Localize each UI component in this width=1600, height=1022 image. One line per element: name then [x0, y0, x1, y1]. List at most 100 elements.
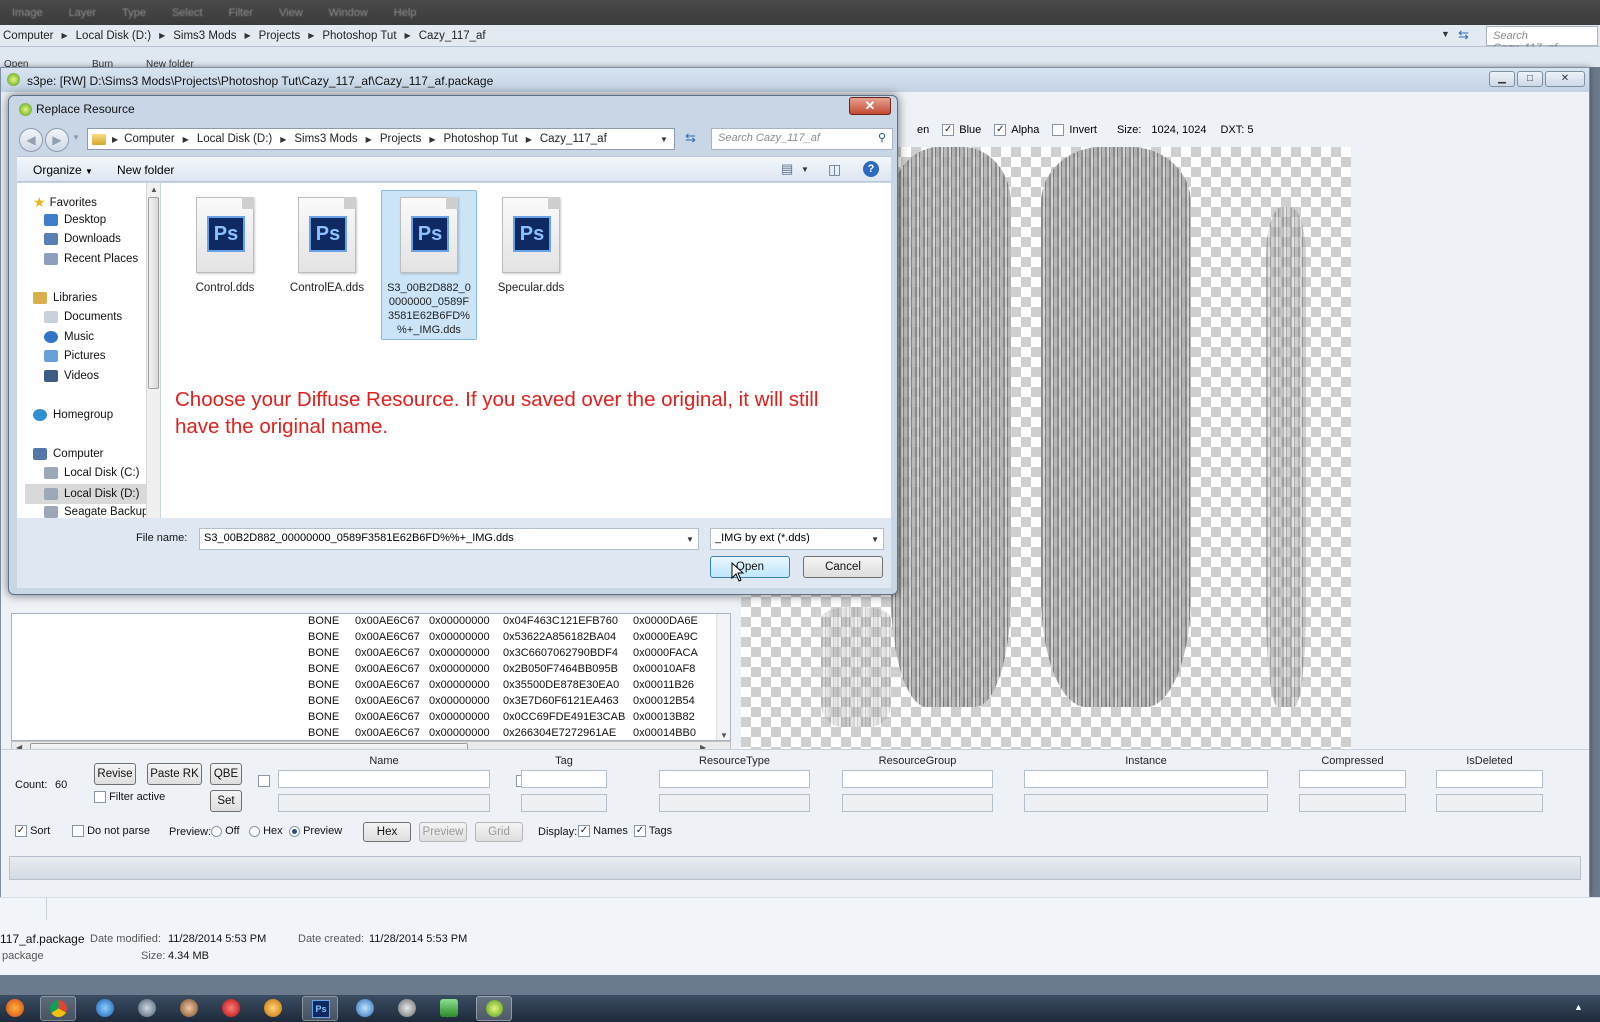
- set-button[interactable]: Set: [210, 790, 242, 812]
- organize-button[interactable]: Organize ▼: [33, 163, 93, 177]
- list-vertical-scrollbar[interactable]: ▼: [716, 614, 730, 740]
- group-filter-input[interactable]: [842, 770, 993, 788]
- file-type-select[interactable]: _IMG by ext (*.dds) ▼: [710, 528, 884, 550]
- table-row[interactable]: BONE 0x00AE6C67 0x00000000 0x2B050F7464BB09…: [308, 661, 703, 677]
- breadcrumb-computer[interactable]: Computer: [3, 30, 54, 42]
- isdeleted-filter-value[interactable]: [1436, 794, 1543, 812]
- instance-filter-input[interactable]: [1024, 770, 1268, 788]
- maximize-button[interactable]: □: [1517, 71, 1543, 87]
- dlg-crumb-local-d[interactable]: Local Disk (D:): [197, 133, 272, 145]
- menu-image[interactable]: Image: [12, 7, 43, 19]
- table-row[interactable]: BONE 0x00AE6C67 0x00000000 0x04F463C121EFB7…: [308, 613, 703, 629]
- compressed-filter-input[interactable]: [1299, 770, 1406, 788]
- revise-button[interactable]: Revise: [94, 763, 136, 785]
- alpha-checkbox[interactable]: ✓: [994, 124, 1007, 136]
- explorer-icon[interactable]: [356, 999, 374, 1017]
- dialog-breadcrumb[interactable]: ▶ Computer ▶ Local Disk (D:) ▶ Sims3 Mods ▶…: [87, 128, 675, 150]
- address-dropdown-icon[interactable]: ▼: [1441, 29, 1450, 39]
- breadcrumb-local-d[interactable]: Local Disk (D:): [76, 30, 151, 42]
- compressed-filter-value[interactable]: [1299, 794, 1406, 812]
- nav-desktop[interactable]: Desktop: [44, 214, 106, 226]
- sort-checkbox[interactable]: ✓: [15, 825, 27, 838]
- table-row[interactable]: BONE 0x00AE6C67 0x00000000 0x0CC69FDE491E3C…: [308, 709, 703, 725]
- instance-filter-value[interactable]: [1024, 794, 1268, 812]
- filter-active-checkbox[interactable]: [94, 791, 106, 804]
- tray-arrow-icon[interactable]: ▲: [1574, 1002, 1583, 1012]
- do-not-parse-checkbox[interactable]: [72, 825, 84, 838]
- nav-homegroup[interactable]: Homegroup: [33, 409, 113, 421]
- explorer-search-input[interactable]: Search Cazy_117_af: [1486, 26, 1598, 54]
- file-item-selected[interactable]: Ps S3_00B2D882_00000000_0589F3581E62B6FD…: [381, 190, 477, 340]
- recent-dropdown-icon[interactable]: ▼: [72, 133, 80, 142]
- menu-filter[interactable]: Filter: [229, 7, 253, 19]
- nav-computer[interactable]: Computer: [33, 448, 104, 460]
- tag-filter-input[interactable]: [521, 770, 607, 788]
- nav-seagate[interactable]: Seagate Backup P: [44, 506, 159, 518]
- name-filter-value[interactable]: [278, 794, 490, 812]
- menu-view[interactable]: View: [279, 7, 303, 19]
- nav-favorites[interactable]: ★ Favorites: [33, 194, 97, 211]
- preview-pane-icon[interactable]: ◫: [828, 161, 841, 178]
- nav-videos[interactable]: Videos: [44, 370, 99, 382]
- taskbar-chrome[interactable]: [40, 996, 76, 1021]
- table-row[interactable]: BONE 0x00AE6C67 0x00000000 0x3E7D60F6121EA4…: [308, 693, 703, 709]
- nav-recent-places[interactable]: Recent Places: [44, 253, 138, 265]
- nav-downloads[interactable]: Downloads: [44, 233, 121, 245]
- globe-icon[interactable]: [96, 999, 114, 1017]
- minimize-button[interactable]: ▁: [1489, 71, 1515, 87]
- breadcrumb-projects[interactable]: Projects: [259, 30, 301, 42]
- preview-button[interactable]: Preview: [419, 822, 467, 842]
- hex-button[interactable]: Hex: [363, 822, 411, 842]
- table-row[interactable]: BONE 0x00AE6C67 0x00000000 0x266304E7272961…: [308, 725, 703, 741]
- new-folder-button[interactable]: New folder: [117, 163, 174, 177]
- name-filter-checkbox[interactable]: [258, 774, 270, 787]
- dlg-crumb-sims3mods[interactable]: Sims3 Mods: [294, 133, 357, 145]
- forward-icon[interactable]: ▶: [45, 128, 69, 152]
- back-icon[interactable]: ◀: [19, 128, 43, 152]
- nav-scroll-thumb[interactable]: [148, 197, 159, 389]
- nav-scroll-up-icon[interactable]: ▲: [150, 185, 158, 194]
- file-name-dropdown-icon[interactable]: ▼: [686, 535, 694, 544]
- file-item[interactable]: Ps ControlEA.dds: [279, 191, 375, 299]
- menu-help[interactable]: Help: [394, 7, 417, 19]
- menu-type[interactable]: Type: [122, 7, 146, 19]
- taskbar-photoshop[interactable]: Ps: [302, 996, 338, 1021]
- file-type-dropdown-icon[interactable]: ▼: [871, 535, 879, 544]
- qbe-button[interactable]: QBE: [210, 763, 242, 785]
- nav-local-d[interactable]: Local Disk (D:): [25, 484, 153, 504]
- open-button[interactable]: Open: [710, 556, 790, 578]
- scroll-down-icon[interactable]: ▼: [720, 731, 728, 740]
- dlg-crumb-photoshop-tut[interactable]: Photoshop Tut: [444, 133, 518, 145]
- cancel-button[interactable]: Cancel: [803, 556, 883, 578]
- refresh-icon[interactable]: ⇆: [1458, 27, 1469, 43]
- file-name-input[interactable]: S3_00B2D882_00000000_0589F3581E62B6FD%%+…: [199, 528, 699, 550]
- names-checkbox[interactable]: ✓: [578, 825, 590, 838]
- invert-checkbox[interactable]: [1052, 124, 1065, 136]
- help-icon[interactable]: ?: [863, 161, 879, 177]
- steam-icon[interactable]: [138, 999, 156, 1017]
- view-dropdown-icon[interactable]: ▼: [801, 165, 809, 174]
- type-filter-value[interactable]: [659, 794, 810, 812]
- breadcrumb-cazy[interactable]: Cazy_117_af: [419, 30, 486, 42]
- dialog-search-input[interactable]: Search Cazy_117_af ⚲: [711, 128, 893, 150]
- table-row[interactable]: BONE 0x00AE6C67 0x00000000 0x3C6607062790BD…: [308, 645, 703, 661]
- taskbar-s3pe[interactable]: [476, 996, 512, 1021]
- file-item[interactable]: Ps Control.dds: [177, 191, 273, 299]
- tags-checkbox[interactable]: ✓: [634, 825, 646, 838]
- menu-window[interactable]: Window: [329, 7, 368, 19]
- table-row[interactable]: BONE 0x00AE6C67 0x00000000 0x53622A856182BA…: [308, 629, 703, 645]
- type-filter-input[interactable]: [659, 770, 810, 788]
- search-icon[interactable]: ⚲: [878, 131, 886, 144]
- dlg-crumb-cazy[interactable]: Cazy_117_af: [540, 133, 607, 145]
- breadcrumb-photoshop-tut[interactable]: Photoshop Tut: [322, 30, 396, 42]
- app-icon[interactable]: [264, 999, 282, 1017]
- menu-select[interactable]: Select: [172, 7, 203, 19]
- nav-pictures[interactable]: Pictures: [44, 350, 106, 362]
- dialog-close-button[interactable]: ✕: [849, 97, 891, 115]
- dlg-crumb-projects[interactable]: Projects: [380, 133, 422, 145]
- resource-list[interactable]: BONE 0x00AE6C67 0x00000000 0x04F463C121EFB7…: [11, 613, 731, 741]
- app-icon[interactable]: [180, 999, 198, 1017]
- menu-layer[interactable]: Layer: [69, 7, 97, 19]
- close-button[interactable]: ✕: [1545, 71, 1585, 87]
- dlg-refresh-icon[interactable]: ⇆: [685, 130, 696, 146]
